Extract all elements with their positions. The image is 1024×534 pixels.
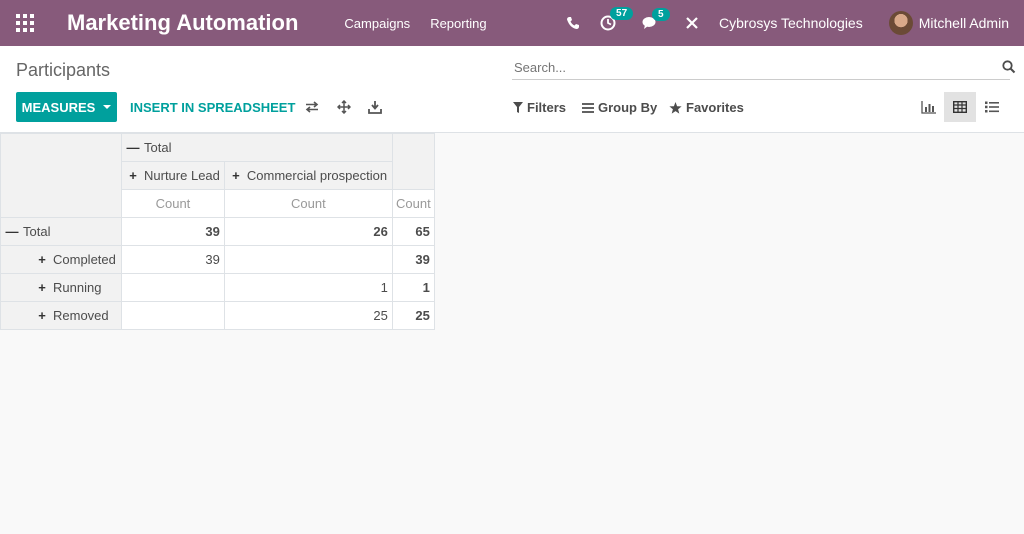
col-header-label: Commercial prospection [246, 168, 388, 183]
pivot-corner [0, 133, 122, 218]
row-header-label: Total [23, 224, 51, 239]
messages-count-badge: 5 [652, 7, 670, 21]
messages-icon[interactable]: 5 [642, 7, 670, 31]
col-header-total-spacer [391, 133, 435, 190]
pivot-cell[interactable]: 25 [223, 301, 393, 330]
pivot-table: — Total + Nurture Lead + Commercial prospec… [0, 133, 435, 330]
pivot-cell[interactable] [121, 273, 225, 302]
search-input[interactable] [512, 58, 982, 77]
row-header-label: Completed [53, 252, 116, 267]
row-header-label: Running [53, 280, 102, 295]
measure-header[interactable]: Count [391, 189, 435, 218]
graph-view-icon[interactable] [912, 92, 944, 122]
measure-header[interactable]: Count [121, 189, 225, 218]
table-row: + Running 1 1 [0, 273, 435, 302]
pivot-cell[interactable]: 39 [121, 217, 225, 246]
expand-icon: + [232, 168, 240, 183]
expand-icon: + [38, 280, 46, 295]
app-title[interactable]: Marketing Automation [67, 10, 298, 36]
list-view-icon[interactable] [976, 92, 1008, 122]
filters-label: Filters [527, 100, 567, 115]
pivot-cell[interactable]: 26 [223, 217, 393, 246]
star-icon [669, 101, 682, 114]
table-row: + Completed 39 39 [0, 245, 435, 274]
col-header-commercial-prospection[interactable]: + Commercial prospection [223, 161, 393, 190]
expand-icon: + [38, 252, 46, 267]
apps-menu-icon[interactable] [0, 0, 50, 46]
collapse-icon: — [5, 224, 19, 239]
measures-label: MEASURES [21, 99, 96, 115]
favorites-button[interactable]: Favorites [669, 100, 744, 115]
download-icon[interactable] [367, 99, 383, 115]
pivot-cell[interactable] [223, 245, 393, 274]
measure-header[interactable]: Count [223, 189, 393, 218]
pivot-cell-total[interactable]: 25 [391, 301, 435, 330]
breadcrumb: Participants [16, 60, 111, 80]
flip-axis-icon[interactable] [304, 99, 320, 115]
expand-icon: + [38, 308, 46, 323]
col-header-total-label: Total [144, 140, 172, 155]
filters-button[interactable]: Filters [513, 100, 566, 115]
group-by-label: Group By [598, 100, 658, 115]
row-header-removed[interactable]: + Removed [0, 301, 122, 330]
company-switcher[interactable]: Cybrosys Technologies [719, 15, 863, 31]
pivot-view-icon[interactable] [944, 92, 976, 122]
table-row: — Total 39 26 65 [0, 217, 435, 246]
menu-campaigns[interactable]: Campaigns [344, 16, 410, 31]
activity-icon[interactable]: 57 [600, 7, 634, 31]
pivot-cell-total[interactable]: 1 [391, 273, 435, 302]
expand-icon: + [129, 168, 137, 183]
user-name: Mitchell Admin [918, 15, 1009, 31]
measures-button[interactable]: MEASURES [16, 92, 117, 122]
bars-icon [582, 102, 594, 113]
top-navbar: Marketing Automation Campaigns Reporting… [0, 0, 1024, 46]
favorites-label: Favorites [686, 100, 744, 115]
row-header-label: Removed [53, 308, 109, 323]
search-icon[interactable] [1002, 60, 1016, 77]
menu-reporting[interactable]: Reporting [430, 16, 486, 31]
search-bar [512, 58, 1016, 80]
pivot-cell[interactable]: 1 [223, 273, 393, 302]
activity-count-badge: 57 [610, 7, 634, 20]
pivot-cell-total[interactable]: 65 [391, 217, 435, 246]
col-header-label: Nurture Lead [144, 168, 220, 183]
avatar [888, 11, 913, 35]
pivot-cell-total[interactable]: 39 [391, 245, 435, 274]
pivot-cell[interactable] [121, 301, 225, 330]
col-header-nurture-lead[interactable]: + Nurture Lead [121, 161, 225, 190]
row-header-running[interactable]: + Running [0, 273, 122, 302]
row-header-total[interactable]: — Total [0, 217, 122, 246]
filter-icon [513, 102, 523, 113]
collapse-icon: — [126, 140, 140, 155]
debug-tools-icon[interactable] [685, 16, 699, 30]
phone-icon[interactable] [566, 16, 580, 30]
group-by-button[interactable]: Group By [582, 100, 657, 115]
pivot-cell[interactable]: 39 [121, 245, 225, 274]
insert-spreadsheet-button[interactable]: INSERT IN SPREADSHEET [130, 100, 295, 115]
caret-down-icon [103, 105, 112, 109]
row-header-completed[interactable]: + Completed [0, 245, 122, 274]
expand-all-icon[interactable] [336, 99, 352, 115]
control-panel: Participants MEASURES INSERT IN SPREADSH… [0, 46, 1024, 133]
col-header-total[interactable]: — Total [121, 133, 393, 162]
table-row: + Removed 25 25 [0, 301, 435, 330]
user-menu[interactable]: Mitchell Admin [888, 11, 1009, 35]
